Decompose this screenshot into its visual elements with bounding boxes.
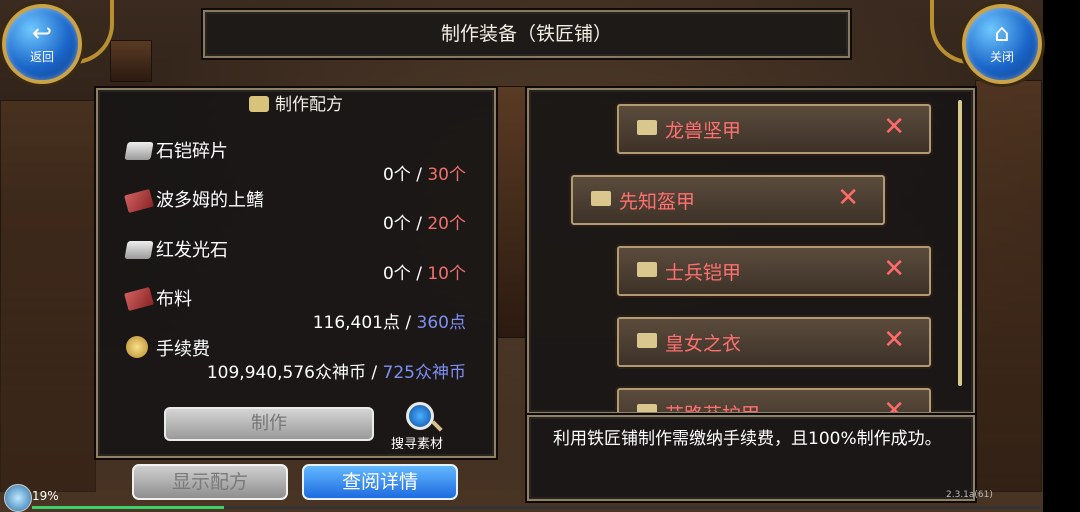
equipment-name: 先知盔甲 xyxy=(619,191,696,213)
equipment-item[interactable]: 皇女之衣 ✕ xyxy=(617,317,931,367)
version-label: 2.3.1a(61) xyxy=(946,490,993,500)
material-required: 360点 xyxy=(416,313,466,333)
bookshelf xyxy=(975,80,1042,492)
scroll-icon xyxy=(249,96,269,112)
screen-edge xyxy=(1043,0,1080,512)
scroll-icon xyxy=(637,262,657,277)
equipment-item[interactable]: 艾路芬护甲 ✕ xyxy=(617,388,931,414)
quantity-separator: / xyxy=(410,214,428,234)
recipe-panel-header: 制作配方 xyxy=(98,90,494,120)
equipment-item-selected[interactable]: 先知盔甲 ✕ xyxy=(571,175,885,225)
equipment-name: 龙兽坚甲 xyxy=(665,120,742,142)
material-quantity: 116,401点 / 360点 xyxy=(313,308,466,333)
fee-quantity: 109,940,576众神币 / 725众神币 xyxy=(207,358,466,383)
material-name: 红发光石 xyxy=(156,240,228,261)
equipment-name: 皇女之衣 xyxy=(665,333,742,355)
material-name: 石铠碎片 xyxy=(156,141,228,162)
back-button[interactable]: ↩ 返回 xyxy=(2,4,82,84)
search-materials-label[interactable]: 搜寻素材 xyxy=(391,433,443,452)
bookshelf xyxy=(492,86,529,338)
make-button[interactable]: 制作 xyxy=(164,407,374,441)
equipment-item[interactable]: 龙兽坚甲 ✕ xyxy=(617,104,931,154)
recipe-panel-title: 制作配方 xyxy=(275,95,343,115)
fee-have: 109,940,576众神币 xyxy=(206,363,366,383)
home-icon: ⌂ xyxy=(994,19,1010,47)
scroll-icon xyxy=(637,333,657,348)
material-required: 30个 xyxy=(427,165,466,185)
material-required: 20个 xyxy=(427,214,466,234)
scroll-icon xyxy=(637,404,657,412)
material-quantity: 0个 / 20个 xyxy=(383,209,466,234)
list-scrollbar[interactable] xyxy=(958,100,962,386)
material-have: 0个 xyxy=(382,214,411,234)
material-quantity: 0个 / 10个 xyxy=(383,259,466,284)
scroll-icon xyxy=(591,191,611,206)
quantity-separator: / xyxy=(410,264,428,284)
close-x-icon: ✕ xyxy=(883,254,905,284)
quantity-separator: / xyxy=(400,313,417,333)
quantity-separator: / xyxy=(366,363,383,383)
progress-bar xyxy=(32,506,1040,509)
equipment-item[interactable]: 士兵铠甲 ✕ xyxy=(617,246,931,296)
fee-label: 手续费 xyxy=(156,339,210,360)
material-quantity: 0个 / 30个 xyxy=(383,160,466,185)
scroll-icon xyxy=(637,120,657,135)
window-title: 制作装备（铁匠铺） xyxy=(203,10,850,58)
close-x-icon: ✕ xyxy=(883,325,905,355)
close-button-label: 关闭 xyxy=(989,50,1014,64)
close-x-icon: ✕ xyxy=(837,183,859,213)
material-name: 布料 xyxy=(156,289,192,310)
magnifier-handle xyxy=(431,420,443,432)
equipment-name: 艾路芬护甲 xyxy=(665,400,760,412)
view-details-button[interactable]: 查阅详情 xyxy=(302,464,458,500)
material-have: 0个 xyxy=(382,264,411,284)
material-required: 10个 xyxy=(427,264,466,284)
close-x-icon: ✕ xyxy=(883,112,905,142)
material-have: 116,401点 xyxy=(312,313,400,333)
magnifier-icon[interactable] xyxy=(406,402,434,430)
bookshelf xyxy=(0,100,96,492)
equipment-name: 士兵铠甲 xyxy=(665,262,742,284)
description-panel: 利用铁匠铺制作需缴纳手续费，且100%制作成功。 xyxy=(527,415,975,501)
close-button[interactable]: ⌂ 关闭 xyxy=(962,4,1042,84)
stone-icon xyxy=(124,241,154,259)
progress-text: 19% xyxy=(32,489,59,503)
status-orb-icon xyxy=(4,484,32,512)
stone-icon xyxy=(124,142,154,160)
material-have: 0个 xyxy=(382,165,411,185)
cloth-icon xyxy=(124,188,154,214)
coin-icon xyxy=(126,336,148,358)
back-button-label: 返回 xyxy=(29,50,54,64)
progress-fill xyxy=(32,506,224,509)
cloth-icon xyxy=(124,286,154,312)
show-recipe-button[interactable]: 显示配方 xyxy=(132,464,288,500)
bookshelf xyxy=(110,40,152,82)
recipe-panel: 制作配方 石铠碎片 0个 / 30个 波多姆的上鳍 0个 / 20个 红发光石 … xyxy=(96,88,496,458)
back-arrow-icon: ↩ xyxy=(31,19,53,47)
description-text: 利用铁匠铺制作需缴纳手续费，且100%制作成功。 xyxy=(553,429,942,449)
equipment-list-panel: 龙兽坚甲 ✕ 先知盔甲 ✕ 士兵铠甲 ✕ 皇女之衣 ✕ 艾路芬护甲 ✕ xyxy=(527,88,975,414)
quantity-separator: / xyxy=(410,165,428,185)
fee-required: 725众神币 xyxy=(382,363,466,383)
close-x-icon: ✕ xyxy=(883,396,905,414)
material-name: 波多姆的上鳍 xyxy=(156,190,264,211)
